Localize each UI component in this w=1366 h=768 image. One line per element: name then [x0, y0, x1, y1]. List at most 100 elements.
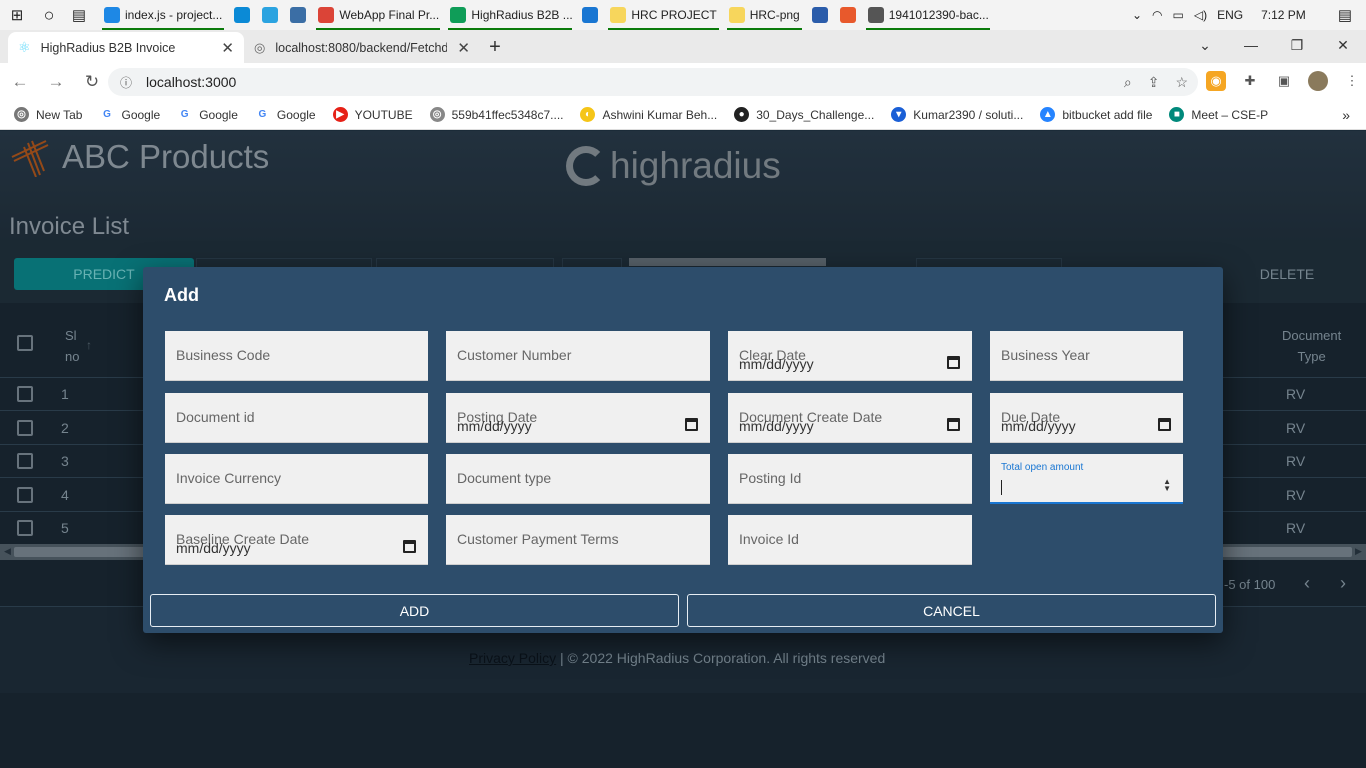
- tab-highradius[interactable]: ⚛ HighRadius B2B Invoice ✕: [8, 32, 244, 63]
- taskbar-app[interactable]: [284, 0, 312, 30]
- taskbar-app[interactable]: [576, 0, 604, 30]
- calendar-icon[interactable]: [403, 540, 416, 553]
- taskbar-app[interactable]: WebApp Final Pr...: [312, 0, 444, 30]
- close-icon[interactable]: ✕: [221, 39, 234, 57]
- bookmark-item[interactable]: G Google: [99, 107, 160, 122]
- react-icon: ⚛: [18, 39, 31, 55]
- puzzle-extensions-icon[interactable]: ✚: [1240, 71, 1260, 91]
- bookmark-item[interactable]: ■ Meet – CSE-P: [1169, 107, 1268, 122]
- taskbar-app[interactable]: [806, 0, 834, 30]
- taskbar-app[interactable]: 1941012390-bac...: [862, 0, 994, 30]
- google-icon: G: [254, 107, 270, 122]
- windows-taskbar: ⊞ ○ ▤ index.js - project... WebApp Final …: [0, 0, 1366, 30]
- meet-icon: ■: [1169, 107, 1185, 122]
- posting-id-input[interactable]: Posting Id: [728, 454, 972, 504]
- document-create-date-input[interactable]: Document Create Date mm/dd/yyyy: [728, 393, 972, 443]
- clear-date-input[interactable]: Clear Date mm/dd/yyyy: [728, 331, 972, 381]
- reload-icon[interactable]: ↻: [82, 72, 102, 92]
- bookmark-item[interactable]: ● 30_Days_Challenge...: [734, 107, 874, 122]
- app-icon: [582, 7, 599, 23]
- taskbar-app[interactable]: index.js - project...: [98, 0, 228, 30]
- add-button[interactable]: ADD: [150, 594, 679, 627]
- app-icon: [234, 7, 251, 23]
- close-icon[interactable]: ✕: [457, 39, 470, 57]
- wifi-icon[interactable]: ◠: [1152, 8, 1162, 22]
- bookmark-label: 30_Days_Challenge...: [756, 107, 875, 122]
- close-window-icon[interactable]: ✕: [1320, 30, 1366, 60]
- chevron-right-double-icon[interactable]: »: [1342, 107, 1350, 123]
- tab-title: HighRadius B2B Invoice: [40, 40, 176, 55]
- clock[interactable]: 7:12 PM: [1261, 8, 1306, 22]
- side-panel-icon[interactable]: ▣: [1274, 71, 1294, 91]
- bookmark-item[interactable]: ▾ Kumar2390 / soluti...: [891, 107, 1023, 122]
- notifications-icon[interactable]: ▤: [1338, 6, 1352, 24]
- taskbar-app[interactable]: [256, 0, 284, 30]
- calendar-icon[interactable]: [1158, 418, 1171, 431]
- bookmark-star-icon[interactable]: ☆: [1175, 74, 1188, 91]
- battery-icon[interactable]: ▭: [1173, 8, 1184, 22]
- bookmark-item[interactable]: G Google: [177, 107, 238, 122]
- business-code-input[interactable]: Business Code: [165, 331, 428, 381]
- bookmark-item[interactable]: ▶ YOUTUBE: [332, 107, 413, 122]
- back-arrow-icon[interactable]: ←: [10, 72, 30, 92]
- volume-icon[interactable]: ◁): [1194, 8, 1207, 22]
- business-year-input[interactable]: Business Year: [990, 331, 1183, 381]
- menu-kebab-icon[interactable]: ⋮: [1342, 71, 1362, 91]
- baseline-create-date-input[interactable]: Baseline Create Date mm/dd/yyyy: [165, 515, 428, 565]
- app-icon: [728, 7, 745, 23]
- taskbar-app[interactable]: [228, 0, 256, 30]
- invoice-id-input[interactable]: Invoice Id: [728, 515, 972, 565]
- customer-payment-terms-input[interactable]: Customer Payment Terms: [446, 515, 710, 565]
- document-id-input[interactable]: Document id: [165, 393, 428, 443]
- cancel-button[interactable]: CANCEL: [687, 594, 1216, 627]
- taskbar-app[interactable]: [834, 0, 862, 30]
- restore-icon[interactable]: ❐: [1274, 30, 1320, 60]
- total-open-amount-input[interactable]: Total open amount ▲ ▼: [990, 454, 1183, 504]
- app-icon: [610, 7, 627, 23]
- app-icon: [450, 7, 467, 23]
- number-spinner-icon[interactable]: ▲ ▼: [1163, 478, 1171, 493]
- posting-date-input[interactable]: Posting Date mm/dd/yyyy: [446, 393, 710, 443]
- taskbar-app-label: HRC-png: [749, 8, 800, 22]
- profile-avatar[interactable]: [1308, 71, 1328, 91]
- site-info-icon[interactable]: ⓘ: [120, 74, 132, 91]
- new-tab-button[interactable]: +: [480, 32, 510, 63]
- task-view-icon[interactable]: ▤: [68, 4, 90, 26]
- bookmark-label: New Tab: [36, 107, 83, 122]
- chevron-up-icon[interactable]: ⌄: [1132, 8, 1142, 22]
- text-caret: [1001, 480, 1002, 495]
- bookmark-label: Kumar2390 / soluti...: [913, 107, 1024, 122]
- tab-backend[interactable]: ◎ localhost:8080/backend/Fetchdat ✕: [244, 32, 480, 63]
- bookmarks-bar: ◎ New Tab G Google G Google G Google ▶ YOUTUBE ◎ 55…: [0, 100, 1366, 130]
- bookmark-item[interactable]: ◎ New Tab: [14, 107, 82, 122]
- share-icon[interactable]: ⇪: [1148, 74, 1160, 91]
- address-bar[interactable]: ⓘ localhost:3000 ⌕ ⇪ ☆: [108, 68, 1198, 96]
- taskbar-app[interactable]: HRC-png: [723, 0, 806, 30]
- bookmark-item[interactable]: G Google: [254, 107, 316, 122]
- language-indicator[interactable]: ENG: [1217, 8, 1243, 22]
- invoice-currency-input[interactable]: Invoice Currency: [165, 454, 428, 504]
- windows-start-icon[interactable]: ⊞: [6, 4, 28, 26]
- bookmark-item[interactable]: ▲ bitbucket add file: [1040, 107, 1152, 122]
- shield-icon: ▾: [891, 107, 907, 122]
- bookmark-item[interactable]: ◎ 559b41ffec5348c7....: [429, 107, 563, 122]
- bookmark-item[interactable]: ◐ Ashwini Kumar Beh...: [580, 107, 717, 122]
- taskbar-app[interactable]: HRC PROJECT: [604, 0, 722, 30]
- calendar-icon[interactable]: [685, 418, 698, 431]
- calendar-icon[interactable]: [947, 356, 960, 369]
- customer-number-input[interactable]: Customer Number: [446, 331, 710, 381]
- extension-orange-icon[interactable]: ◉: [1206, 71, 1226, 91]
- zoom-icon[interactable]: ⌕: [1124, 74, 1132, 91]
- taskbar-app[interactable]: HighRadius B2B ...: [444, 0, 576, 30]
- field-label: Business Year: [1001, 347, 1090, 363]
- search-circle-icon[interactable]: ○: [38, 4, 60, 26]
- system-tray: ⌄ ◠ ▭ ◁) ENG 7:12 PM ▤: [1132, 0, 1366, 30]
- calendar-icon[interactable]: [947, 418, 960, 431]
- app-icon: [867, 7, 884, 23]
- add-invoice-dialog: Add Business Code Customer Number Clear …: [143, 267, 1223, 633]
- forward-arrow-icon[interactable]: →: [46, 72, 66, 92]
- tab-search-chevron-icon[interactable]: ⌄: [1182, 30, 1228, 60]
- due-date-input[interactable]: Due Date mm/dd/yyyy: [990, 393, 1183, 443]
- minimize-icon[interactable]: —: [1228, 30, 1274, 60]
- document-type-input[interactable]: Document type: [446, 454, 710, 504]
